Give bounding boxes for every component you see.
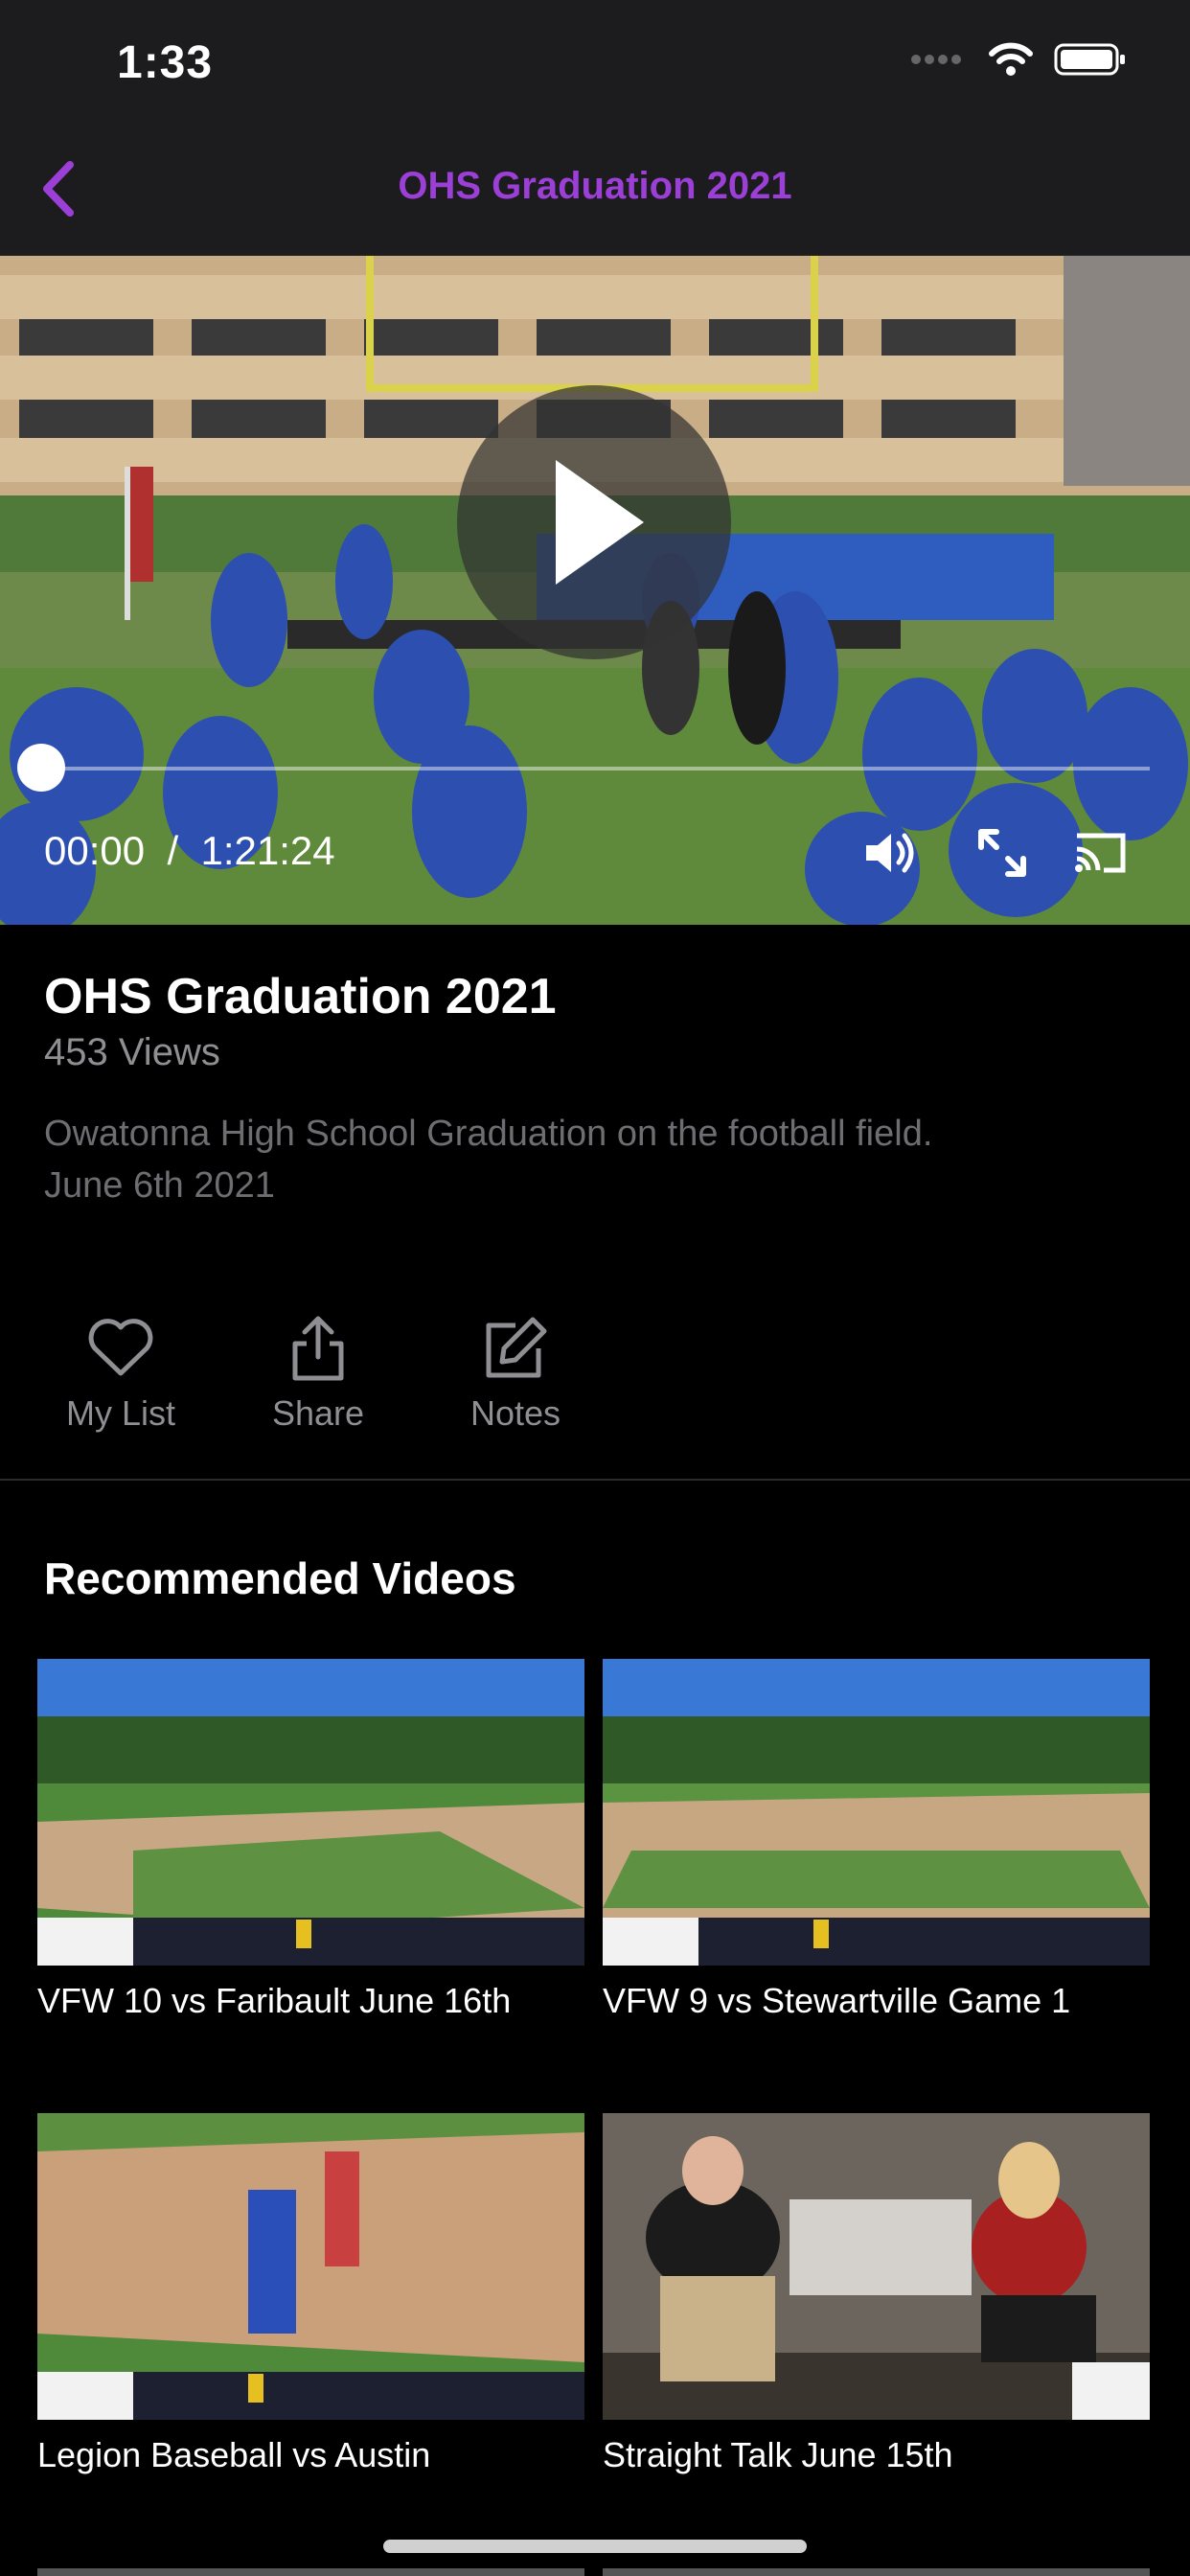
cast-button[interactable] (1071, 824, 1129, 882)
my-list-label: My List (65, 1393, 175, 1433)
signal-icon (911, 55, 961, 64)
play-button[interactable] (457, 385, 731, 659)
seek-handle[interactable] (17, 744, 65, 792)
battery-icon (1054, 43, 1125, 76)
cast-icon (1075, 833, 1126, 873)
recommended-video-card[interactable]: VFW 9 vs Stewartville Game 1 (603, 1659, 1150, 2021)
status-bar: 1:33 (0, 0, 1190, 125)
home-indicator[interactable] (383, 2540, 807, 2553)
play-icon (556, 460, 644, 585)
volume-icon (866, 833, 914, 873)
wifi-icon (989, 42, 1033, 76)
duration: 1:21:24 (200, 828, 335, 873)
view-count: 453 Views (44, 1031, 220, 1073)
video-thumbnail (37, 1659, 584, 1966)
navigation-bar: OHS Graduation 2021 (0, 125, 1190, 257)
video-thumbnail (603, 1659, 1150, 1966)
video-thumbnail (603, 2113, 1150, 2420)
fullscreen-button[interactable] (973, 824, 1031, 882)
recommended-video-card[interactable]: Legion Baseball vs Austin (37, 2113, 584, 2475)
recommended-heading: Recommended Videos (44, 1553, 516, 1603)
section-divider (0, 1479, 1190, 1481)
edit-icon (486, 1317, 547, 1378)
nav-title: OHS Graduation 2021 (398, 165, 792, 207)
my-list-button[interactable]: My List (34, 1313, 207, 1434)
heart-icon (88, 1319, 153, 1376)
notes-label: Notes (469, 1393, 561, 1433)
video-title: OHS Graduation 2021 (44, 969, 557, 1024)
time-display: 00:00 / 1:21:24 (44, 828, 335, 874)
status-icons (910, 42, 1127, 77)
video-card-title: Legion Baseball vs Austin (37, 2435, 431, 2474)
recommended-video-card[interactable]: Straight Talk June 15th (603, 2113, 1150, 2475)
recommended-video-card[interactable]: VFW 10 vs Faribault June 16th (37, 1659, 584, 2021)
time-separator: / (167, 828, 179, 873)
next-row-thumbnail (37, 2568, 584, 2576)
status-time: 1:33 (117, 37, 214, 88)
description-line-2: June 6th 2021 (44, 1165, 275, 1206)
seek-bar[interactable] (42, 767, 1150, 770)
notes-button[interactable]: Notes (429, 1313, 602, 1434)
next-row-thumbnail (603, 2568, 1150, 2576)
video-card-title: VFW 9 vs Stewartville Game 1 (603, 1981, 1071, 2020)
share-icon (292, 1316, 344, 1381)
video-description: Owatonna High School Graduation on the f… (44, 1108, 1136, 1211)
description-line-1: Owatonna High School Graduation on the f… (44, 1114, 933, 1154)
volume-button[interactable] (860, 824, 918, 882)
share-button[interactable]: Share (232, 1313, 404, 1434)
video-card-title: Straight Talk June 15th (603, 2435, 953, 2474)
share-label: Share (271, 1393, 365, 1433)
expand-icon (978, 829, 1026, 877)
video-card-title: VFW 10 vs Faribault June 16th (37, 1981, 512, 2020)
video-thumbnail (37, 2113, 584, 2420)
current-time: 00:00 (44, 828, 146, 873)
